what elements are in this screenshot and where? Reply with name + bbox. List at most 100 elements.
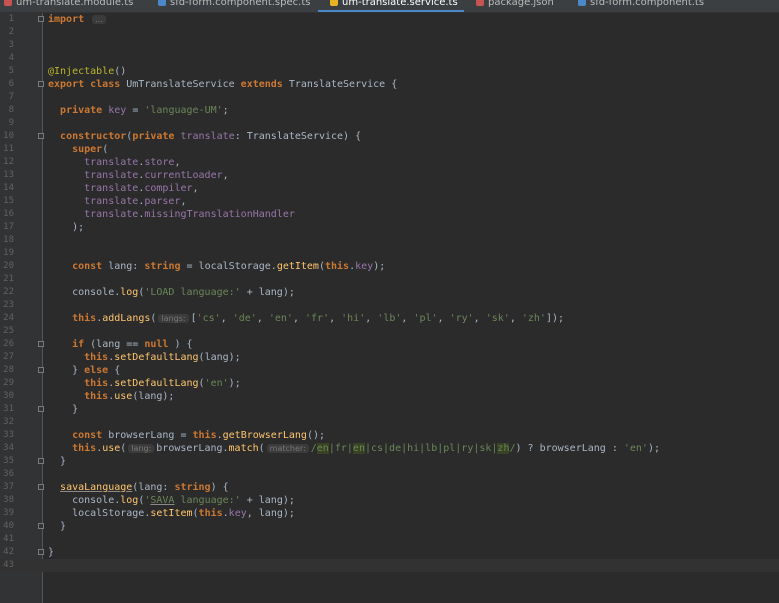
line-number: 32: [3, 417, 14, 427]
code-line[interactable]: 1 import ...: [0, 13, 779, 26]
line-number: 12: [3, 157, 14, 167]
editor-tab[interactable]: um-translate.module.ts: [4, 0, 133, 11]
code-line[interactable]: 29 this.setDefaultLang('en');: [0, 377, 779, 390]
file-type-icon: [330, 0, 338, 6]
code-line[interactable]: 16 translate.missingTranslationHandler: [0, 208, 779, 221]
code-text: export class UmTranslateService extends …: [48, 79, 398, 90]
fold-marker-icon[interactable]: [38, 133, 44, 139]
code-text: import ...: [48, 13, 108, 26]
code-line[interactable]: 13 translate.currentLoader,: [0, 169, 779, 182]
code-line[interactable]: 12 translate.store,: [0, 156, 779, 169]
line-number: 29: [3, 378, 14, 388]
code-line[interactable]: 41: [0, 533, 779, 546]
line-number: 43: [3, 560, 14, 570]
code-text: translate.currentLoader,: [84, 170, 229, 181]
code-line[interactable]: 14 translate.compiler,: [0, 182, 779, 195]
fold-marker-icon[interactable]: [38, 81, 44, 87]
code-text: translate.compiler,: [84, 183, 199, 194]
code-line[interactable]: 6 export class UmTranslateService extends…: [0, 78, 779, 91]
editor-tab[interactable]: sfd-form.component.spec.ts: [158, 0, 310, 11]
code-line[interactable]: 19: [0, 247, 779, 260]
line-number: 16: [3, 209, 14, 219]
file-type-icon: [158, 0, 166, 6]
line-number: 42: [3, 547, 14, 557]
fold-marker-icon[interactable]: [38, 484, 44, 490]
line-number: 39: [3, 508, 14, 518]
code-line[interactable]: 10 constructor(private translate: Transl…: [0, 130, 779, 143]
line-number: 2: [8, 27, 14, 37]
code-line[interactable]: 35 }: [0, 455, 779, 468]
line-number: 11: [3, 144, 14, 154]
code-line[interactable]: 4: [0, 52, 779, 65]
code-line[interactable]: 36: [0, 468, 779, 481]
code-line[interactable]: 20 const lang: string = localStorage.get…: [0, 260, 779, 273]
code-line[interactable]: 18: [0, 234, 779, 247]
line-number: 17: [3, 222, 14, 232]
code-text: }: [48, 456, 67, 467]
editor-tab[interactable]: package.json: [476, 0, 554, 11]
code-line[interactable]: 34 this.use(lang: browserLang.match(match…: [0, 442, 779, 455]
file-type-icon: [578, 0, 586, 6]
fold-marker-icon[interactable]: [38, 341, 44, 347]
editor-tab[interactable]: sfd-form.component.ts: [578, 0, 704, 11]
code-line[interactable]: 24 this.addLangs(langs: ['cs', 'de', 'en'…: [0, 312, 779, 325]
line-number: 26: [3, 339, 14, 349]
code-line[interactable]: 33 const browserLang = this.getBrowserLa…: [0, 429, 779, 442]
code-line[interactable]: 22 console.log('LOAD language:' + lang);: [0, 286, 779, 299]
code-line[interactable]: 40 }: [0, 520, 779, 533]
line-number: 27: [3, 352, 14, 362]
code-line[interactable]: 2: [0, 26, 779, 39]
line-number: 30: [3, 391, 14, 401]
code-line[interactable]: 38 console.log('SAVA language:' + lang);: [0, 494, 779, 507]
line-number: 40: [3, 521, 14, 531]
line-number: 8: [8, 105, 14, 115]
code-line[interactable]: 21: [0, 273, 779, 286]
code-line[interactable]: 11 super(: [0, 143, 779, 156]
code-text: if (lang == null ) {: [72, 339, 193, 350]
code-text: translate.missingTranslationHandler: [84, 209, 295, 220]
code-text: } else {: [48, 365, 121, 376]
tab-label: sfd-form.component.ts: [590, 0, 705, 8]
code-line[interactable]: 32: [0, 416, 779, 429]
code-line[interactable]: 31 }: [0, 403, 779, 416]
code-text: }: [48, 521, 67, 532]
code-text: this.setDefaultLang('en');: [84, 378, 241, 389]
code-line[interactable]: 42}: [0, 546, 779, 559]
fold-marker-icon[interactable]: [38, 523, 44, 529]
line-number: 33: [3, 430, 14, 440]
code-line[interactable]: 39 localStorage.setItem(this.key, lang);: [0, 507, 779, 520]
code-text: savaLanguage(lang: string) {: [60, 482, 229, 493]
code-line[interactable]: 3: [0, 39, 779, 52]
fold-marker-icon[interactable]: [38, 406, 44, 412]
code-line[interactable]: 9: [0, 117, 779, 130]
code-line[interactable]: 26 if (lang == null ) {: [0, 338, 779, 351]
code-text: @Injectable(): [48, 66, 127, 77]
line-number: 7: [8, 92, 14, 102]
fold-marker-icon[interactable]: [38, 458, 44, 464]
line-number: 6: [8, 79, 14, 89]
code-text: this.addLangs(langs: ['cs', 'de', 'en', '…: [72, 313, 565, 324]
line-number: 19: [3, 248, 14, 258]
fold-marker-icon[interactable]: [38, 367, 44, 373]
code-line[interactable]: 27 this.setDefaultLang(lang);: [0, 351, 779, 364]
fold-marker-icon[interactable]: [38, 16, 44, 22]
editor-tab[interactable]: um-translate.service.ts: [330, 0, 458, 11]
code-text: const browserLang = this.getBrowserLang(…: [72, 430, 325, 441]
code-line[interactable]: 23: [0, 299, 779, 312]
code-line[interactable]: 30 this.use(lang);: [0, 390, 779, 403]
code-line[interactable]: 15 translate.parser,: [0, 195, 779, 208]
code-line[interactable]: 25: [0, 325, 779, 338]
code-line[interactable]: 5 @Injectable(): [0, 65, 779, 78]
code-text: }: [48, 547, 55, 558]
tab-label: um-translate.service.ts: [342, 0, 458, 8]
code-line[interactable]: 37 savaLanguage(lang: string) {: [0, 481, 779, 494]
code-line[interactable]: 43: [0, 559, 779, 572]
fold-marker-icon[interactable]: [38, 549, 44, 555]
line-number: 9: [8, 118, 14, 128]
tab-label: package.json: [488, 0, 554, 8]
code-line[interactable]: 7: [0, 91, 779, 104]
line-number: 3: [8, 40, 14, 50]
code-line[interactable]: 8 private key = 'language-UM';: [0, 104, 779, 117]
code-line[interactable]: 17 );: [0, 221, 779, 234]
code-line[interactable]: 28 } else {: [0, 364, 779, 377]
